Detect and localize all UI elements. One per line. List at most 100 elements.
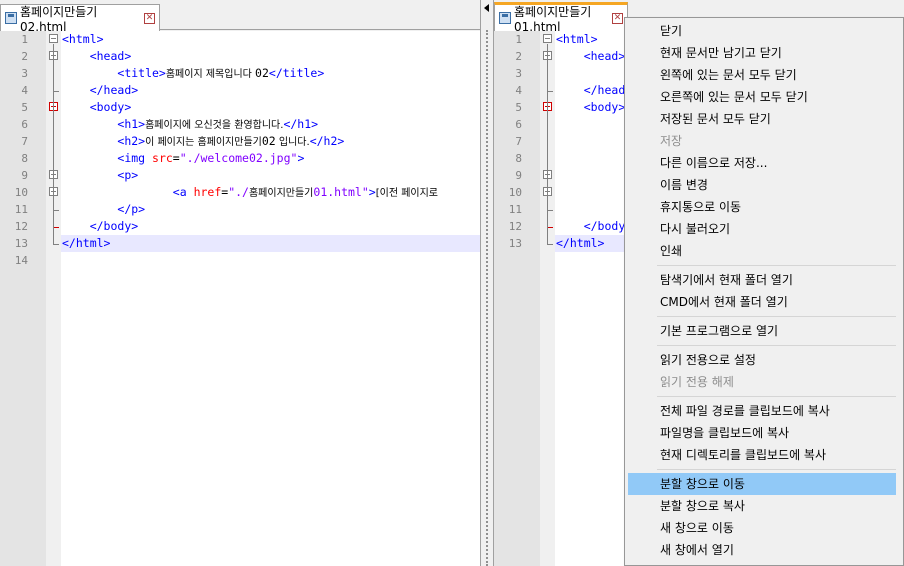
menu-separator bbox=[657, 265, 896, 266]
code-token: </p> bbox=[117, 202, 146, 216]
line-number: 7 bbox=[21, 135, 28, 148]
line-number: 1 bbox=[515, 33, 522, 46]
tab-label: 홈페이지만들기01.html bbox=[514, 4, 592, 34]
fold-margin[interactable] bbox=[46, 31, 61, 566]
code-line[interactable]: <a href="./홈페이지만들기01.html">[이전 페이지로 bbox=[61, 184, 480, 201]
menu-item[interactable]: 분할 창으로 이동 bbox=[628, 473, 896, 495]
code-token: > bbox=[297, 151, 305, 165]
code-token: <html> bbox=[556, 32, 598, 46]
menu-item[interactable]: 읽기 전용으로 설정 bbox=[628, 349, 896, 371]
splitter-grip[interactable] bbox=[486, 30, 488, 566]
menu-item: 저장 bbox=[660, 134, 683, 148]
code-area[interactable]: <html> <head> <title>홈페이지 제목입니다 02</titl… bbox=[61, 31, 480, 566]
close-tab-icon[interactable]: ✕ bbox=[612, 12, 623, 24]
menu-item[interactable]: 저장된 문서 모두 닫기 bbox=[628, 108, 896, 130]
menu-item[interactable]: 현재 디렉토리를 클립보드에 복사 bbox=[628, 444, 896, 466]
code-line[interactable]: </html> bbox=[61, 235, 480, 252]
line-number: 13 bbox=[508, 237, 522, 250]
line-number: 9 bbox=[21, 169, 28, 182]
fold-end-mark bbox=[547, 244, 553, 245]
code-line[interactable]: <h2>이 페이지는 홈페이지만들기02 입니다.</h2> bbox=[61, 133, 480, 150]
code-token: </title> bbox=[268, 66, 325, 80]
code-token: 입니다. bbox=[275, 137, 310, 148]
menu-item[interactable]: 인쇄 bbox=[628, 240, 896, 262]
line-number: 13 bbox=[14, 237, 28, 250]
code-token: src bbox=[152, 151, 173, 165]
menu-item[interactable]: 현재 문서만 남기고 닫기 bbox=[628, 42, 896, 64]
menu-item[interactable]: 다른 이름으로 저장... bbox=[628, 152, 896, 174]
line-number: 8 bbox=[515, 152, 522, 165]
code-token: > bbox=[368, 185, 376, 199]
code-token: <p> bbox=[117, 168, 139, 182]
code-token: <head> bbox=[583, 49, 626, 63]
code-line[interactable]: <body> bbox=[61, 99, 480, 116]
line-number: 6 bbox=[21, 118, 28, 131]
code-line[interactable]: <img src="./welcome02.jpg"> bbox=[61, 150, 480, 167]
menu-item[interactable]: CMD에서 현재 폴더 열기 bbox=[628, 291, 896, 313]
code-line[interactable]: </p> bbox=[61, 201, 480, 218]
code-token: <img bbox=[117, 151, 153, 165]
fold-minus-icon[interactable] bbox=[49, 34, 58, 43]
menu-item[interactable]: 새 창에서 열기 bbox=[628, 539, 896, 561]
tab-right-document[interactable]: 홈페이지만들기01.html ✕ bbox=[494, 2, 628, 34]
code-line[interactable]: </body> bbox=[61, 218, 480, 235]
code-token: <h1> bbox=[117, 117, 146, 131]
tab-left-document[interactable]: 홈페이지만들기02.html ✕ bbox=[0, 4, 160, 34]
menu-item[interactable]: 이름 변경 bbox=[628, 174, 896, 196]
menu-item[interactable]: 닫기 bbox=[628, 20, 896, 42]
code-token: = bbox=[172, 151, 180, 165]
line-number: 2 bbox=[21, 50, 28, 63]
code-line[interactable]: <h1>홈페이지에 오신것을 환영합니다.</h1> bbox=[61, 116, 480, 133]
line-number: 3 bbox=[515, 67, 522, 80]
save-disk-icon bbox=[5, 12, 17, 24]
left-editor[interactable]: 1 2 3 4 5 6 7 8 9 10 11 12 13 14 <html> <head> <title… bbox=[0, 31, 480, 566]
menu-item[interactable]: 분할 창으로 복사 bbox=[628, 495, 896, 517]
line-number: 6 bbox=[515, 118, 522, 131]
line-number: 10 bbox=[14, 186, 28, 199]
line-number: 1 bbox=[21, 33, 28, 46]
menu-item[interactable]: 파일명을 클립보드에 복사 bbox=[628, 422, 896, 444]
code-token: <head> bbox=[89, 49, 132, 63]
code-token: [이전 페이지로 bbox=[375, 188, 438, 199]
line-number: 11 bbox=[14, 203, 28, 216]
menu-item[interactable]: 새 창으로 이동 bbox=[628, 517, 896, 539]
code-token: 홈페이지 제목입니다 bbox=[165, 69, 256, 80]
code-line[interactable] bbox=[61, 252, 480, 269]
code-token: 01.html" bbox=[313, 185, 369, 199]
code-token: </html> bbox=[62, 236, 111, 250]
menu-item[interactable]: 기본 프로그램으로 열기 bbox=[628, 320, 896, 342]
line-number: 5 bbox=[21, 101, 28, 114]
pane-splitter[interactable] bbox=[480, 0, 494, 566]
left-editor-pane: 홈페이지만들기02.html ✕ 1 2 3 4 5 6 7 8 9 10 11 12 13 14 <ht… bbox=[0, 0, 480, 566]
code-line[interactable]: <html> bbox=[61, 31, 480, 48]
menu-item[interactable]: 전체 파일 경로를 클립보드에 복사 bbox=[628, 400, 896, 422]
fold-margin[interactable] bbox=[540, 31, 555, 566]
menu-item[interactable]: 탐색기에서 현재 폴더 열기 bbox=[628, 269, 896, 291]
menu-item[interactable]: 휴지통으로 이동 bbox=[628, 196, 896, 218]
code-line[interactable]: <head> bbox=[61, 48, 480, 65]
code-line[interactable]: </head> bbox=[61, 82, 480, 99]
menu-item[interactable]: 다시 불러오기 bbox=[628, 218, 896, 240]
code-line[interactable]: <title>홈페이지 제목입니다 02</title> bbox=[61, 65, 480, 82]
fold-minus-icon[interactable] bbox=[543, 34, 552, 43]
fold-end-mark bbox=[53, 244, 59, 245]
splitter-arrow-icon[interactable] bbox=[484, 4, 489, 12]
line-number: 4 bbox=[21, 84, 28, 97]
menu-item[interactable]: 왼쪽에 있는 문서 모두 닫기 bbox=[628, 64, 896, 86]
line-number: 12 bbox=[508, 220, 522, 233]
menu-separator bbox=[657, 396, 896, 397]
code-line[interactable]: <p> bbox=[61, 167, 480, 184]
code-token: 02 bbox=[255, 66, 269, 80]
close-tab-icon[interactable]: ✕ bbox=[144, 12, 155, 24]
menu-item[interactable]: 오른쪽에 있는 문서 모두 닫기 bbox=[628, 86, 896, 108]
code-token: 홈페이지만들기 bbox=[248, 188, 314, 199]
tab-label: 홈페이지만들기02.html bbox=[20, 4, 98, 34]
